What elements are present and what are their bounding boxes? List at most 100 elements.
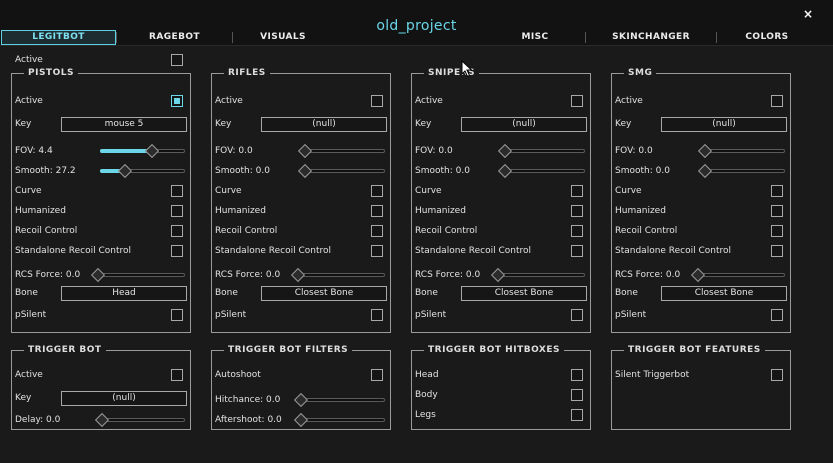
recoil-control-checkbox[interactable] (771, 225, 783, 237)
key-combo[interactable]: mouse 5 (61, 117, 187, 132)
recoil-control-checkbox[interactable] (571, 225, 583, 237)
slider-track (296, 418, 385, 422)
rcs-force-slider[interactable] (490, 267, 585, 283)
active-checkbox[interactable] (171, 95, 183, 107)
trigger-active-label: Active (15, 370, 43, 380)
smooth-slider[interactable] (697, 163, 785, 179)
global-active-checkbox[interactable] (171, 54, 183, 66)
slider-track (97, 418, 185, 422)
autoshoot-label: Autoshoot (215, 370, 261, 380)
silent-triggerbot-label: Silent Triggerbot (615, 370, 690, 380)
slider-knob[interactable] (697, 143, 713, 159)
key-combo[interactable]: (null) (661, 117, 787, 132)
bone-combo[interactable]: Head (61, 286, 187, 301)
standalone-recoil-checkbox[interactable] (571, 245, 583, 257)
close-button[interactable]: × (799, 6, 817, 22)
trigger-delay-slider[interactable] (94, 412, 185, 428)
fov-slider[interactable] (297, 143, 385, 159)
slider-knob[interactable] (297, 163, 313, 179)
rcs-force-slider[interactable] (290, 267, 385, 283)
hitbox-body-checkbox[interactable] (571, 389, 583, 401)
recoil-control-checkbox[interactable] (371, 225, 383, 237)
curve-checkbox[interactable] (371, 185, 383, 197)
smooth-slider[interactable] (100, 163, 185, 179)
silent-triggerbot-checkbox[interactable] (771, 369, 783, 381)
slider-knob[interactable] (497, 163, 513, 179)
smooth-slider[interactable] (297, 163, 385, 179)
rcs-force-label: RCS Force: 0.0 (15, 270, 81, 280)
slider-knob[interactable] (690, 267, 706, 283)
hitbox-legs-checkbox[interactable] (571, 409, 583, 421)
recoil-control-label: Recoil Control (15, 226, 78, 236)
aftershoot-slider[interactable] (293, 412, 385, 428)
autoshoot-checkbox[interactable] (371, 369, 383, 381)
curve-checkbox[interactable] (771, 185, 783, 197)
hitbox-legs-label: Legs (415, 410, 436, 420)
humanized-checkbox[interactable] (571, 205, 583, 217)
active-label: Active (415, 96, 443, 106)
standalone-recoil-checkbox[interactable] (171, 245, 183, 257)
slider-track (293, 273, 385, 277)
hitchance-slider[interactable] (293, 392, 385, 408)
slider-knob[interactable] (297, 143, 313, 159)
bone-label: Bone (415, 288, 438, 298)
fov-slider[interactable] (697, 143, 785, 159)
psilent-checkbox[interactable] (571, 309, 583, 321)
curve-label: Curve (615, 186, 642, 196)
bone-combo[interactable]: Closest Bone (461, 286, 587, 301)
slider-knob[interactable] (290, 267, 306, 283)
fov-slider[interactable] (497, 143, 585, 159)
fov-label: FOV: 4.4 (15, 146, 53, 156)
panel-trigger-bot: TRIGGER BOT Active Key (null) Delay: 0.0 (11, 344, 191, 430)
fov-slider[interactable] (100, 143, 185, 159)
smooth-label: Smooth: 0.0 (415, 166, 470, 176)
panel-title: RIFLES (224, 67, 270, 79)
slider-track (300, 149, 385, 153)
humanized-checkbox[interactable] (171, 205, 183, 217)
rcs-force-slider[interactable] (690, 267, 785, 283)
panel-title: TRIGGER BOT FILTERS (224, 344, 353, 356)
hitbox-body-label: Body (415, 390, 438, 400)
trigger-key-combo[interactable]: (null) (61, 391, 187, 406)
humanized-label: Humanized (615, 206, 666, 216)
slider-knob[interactable] (118, 163, 133, 179)
rcs-force-slider[interactable] (90, 267, 185, 283)
humanized-label: Humanized (215, 206, 266, 216)
key-label: Key (615, 119, 632, 129)
active-checkbox[interactable] (371, 95, 383, 107)
psilent-label: pSilent (15, 310, 47, 320)
psilent-label: pSilent (615, 310, 647, 320)
standalone-recoil-checkbox[interactable] (771, 245, 783, 257)
slider-track (296, 398, 385, 402)
smooth-slider[interactable] (497, 163, 585, 179)
recoil-control-label: Recoil Control (615, 226, 678, 236)
slider-knob[interactable] (94, 412, 110, 428)
bone-combo[interactable]: Closest Bone (261, 286, 387, 301)
humanized-checkbox[interactable] (771, 205, 783, 217)
key-combo[interactable]: (null) (461, 117, 587, 132)
psilent-checkbox[interactable] (371, 309, 383, 321)
bone-combo[interactable]: Closest Bone (661, 286, 787, 301)
active-checkbox[interactable] (571, 95, 583, 107)
slider-knob[interactable] (490, 267, 506, 283)
hitbox-head-checkbox[interactable] (571, 369, 583, 381)
psilent-checkbox[interactable] (171, 309, 183, 321)
slider-knob[interactable] (497, 143, 513, 159)
slider-track (300, 169, 385, 173)
key-combo[interactable]: (null) (261, 117, 387, 132)
active-checkbox[interactable] (771, 95, 783, 107)
standalone-recoil-checkbox[interactable] (371, 245, 383, 257)
trigger-active-checkbox[interactable] (171, 369, 183, 381)
recoil-control-checkbox[interactable] (171, 225, 183, 237)
humanized-checkbox[interactable] (371, 205, 383, 217)
slider-knob[interactable] (697, 163, 713, 179)
slider-knob[interactable] (293, 392, 309, 408)
curve-checkbox[interactable] (571, 185, 583, 197)
fov-label: FOV: 0.0 (615, 146, 653, 156)
psilent-checkbox[interactable] (771, 309, 783, 321)
curve-checkbox[interactable] (171, 185, 183, 197)
mouse-cursor-icon (461, 60, 473, 78)
slider-knob[interactable] (293, 412, 309, 428)
slider-knob[interactable] (90, 267, 106, 283)
slider-knob[interactable] (144, 143, 159, 159)
